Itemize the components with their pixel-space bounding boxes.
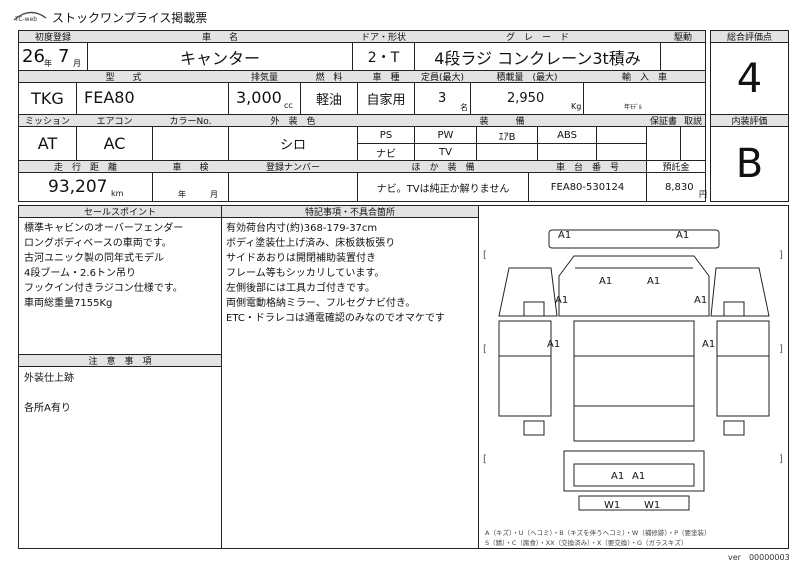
header-equipment: 装 備 <box>479 117 525 127</box>
legend-line-2: S（錆）・C（腐食）・XX（交換済み）・X（要交換）・G（ガラスキズ） <box>485 539 688 547</box>
model-prefix: TKG <box>31 89 64 108</box>
header-displacement: 排気量 <box>250 73 278 83</box>
special-notes-title: 特記事項・不具合箇所 <box>304 208 395 218</box>
mark-a1-side-left: A1 <box>547 339 561 350</box>
model-code: FEA80 <box>84 88 135 107</box>
header-total-score: 総合評価点 <box>726 33 772 43</box>
header-grade: グ レ ー ド <box>505 33 569 43</box>
interior-score: B <box>735 141 764 187</box>
header-fuel: 燃 料 <box>315 73 343 83</box>
first-registration: 26 年 7 月 <box>22 46 81 68</box>
mark-a1-side-right: A1 <box>702 339 716 350</box>
header-warranty: 保証書 <box>649 117 677 127</box>
header-plate: 登録ナンバー <box>265 163 320 173</box>
mark-w1-right: W1 <box>644 500 661 511</box>
equip-ps: PS <box>379 129 393 141</box>
header-mission: ミッション <box>24 117 70 127</box>
header-manual: 取説 <box>683 117 702 127</box>
car-name: キャンター <box>179 48 260 68</box>
mark-a1-cab-right: A1 <box>647 276 661 287</box>
inspection-year: 年 <box>178 190 186 199</box>
header-use: 車 種 <box>372 73 400 83</box>
header-capacity: 定員(最大) <box>420 73 465 83</box>
inspection-month: 月 <box>210 190 218 199</box>
caution-title: 注 意 事 項 <box>88 357 152 367</box>
header-car-name: 車 名 <box>201 33 238 43</box>
load-capacity: 2,950 <box>507 91 545 106</box>
header-model: 型 式 <box>105 73 142 83</box>
header-inspection: 車 検 <box>172 163 209 173</box>
equip-airbag: ｴｱB <box>498 131 516 143</box>
svg-text:[: [ <box>483 250 487 261</box>
header-mileage: 走 行 距 離 <box>53 163 117 173</box>
total-score: 4 <box>736 55 763 102</box>
air-conditioner: AC <box>103 134 126 153</box>
mileage: 93,207 <box>48 177 108 197</box>
deposit-unit: 円 <box>699 190 707 199</box>
header-drive: 駆動 <box>673 33 692 43</box>
capacity-unit: 名 <box>460 103 468 112</box>
svg-text:[: [ <box>483 454 487 465</box>
equip-pw: PW <box>437 129 454 141</box>
transmission: AT <box>37 134 58 153</box>
equip-navi: ナビ <box>376 148 396 160</box>
mileage-unit: km <box>111 189 124 198</box>
special-notes-text: 有効荷台内寸(約)368-179-37cm ボディ塗装仕上げ済み、床板鉄板張り … <box>226 223 445 324</box>
header-first-reg: 初度登録 <box>34 33 71 43</box>
header-deposit: 預託金 <box>662 163 690 173</box>
mark-w1-left: W1 <box>604 500 621 511</box>
equip-abs: ABS <box>557 129 577 141</box>
equip-tv: TV <box>439 146 452 158</box>
grade: 4段ラジ コンクレーン3t積み <box>434 48 641 68</box>
drive-type <box>661 43 705 70</box>
deposit: 8,830 <box>665 182 694 193</box>
header-load: 積載量 (最大) <box>496 73 558 83</box>
header-other-equipment: ほ か 装 備 <box>411 163 475 173</box>
mark-a1-rear-left: A1 <box>611 471 625 482</box>
fuel: 軽油 <box>315 93 342 108</box>
other-equipment: ナビ。TVは純正か解りません <box>376 183 510 195</box>
displacement-unit: cc <box>284 101 293 110</box>
svg-text:[: [ <box>483 344 487 355</box>
svg-text:]: ] <box>779 454 783 465</box>
door-shape: 2・T <box>367 49 400 66</box>
version-label: ver 00000003 <box>728 553 790 562</box>
sales-point-text: 標準キャビンのオーバーフェンダー ロングボディベースの車両です。 古河ユニック製… <box>24 223 184 309</box>
mark-a1-door-left: A1 <box>555 295 569 306</box>
header-interior-score: 内装評価 <box>731 117 768 127</box>
svg-text:]: ] <box>779 250 783 261</box>
header-color-no: カラーNo. <box>169 117 212 127</box>
displacement: 3,000 <box>236 88 282 107</box>
plate-number <box>229 173 357 201</box>
caution-text: 外装仕上跡 各所A有り <box>24 373 74 414</box>
color-number <box>153 127 228 160</box>
mark-a1-cab-left: A1 <box>599 276 613 287</box>
svg-text:]: ] <box>779 344 783 355</box>
mark-a1-door-right: A1 <box>694 295 708 306</box>
capacity: 3 <box>438 91 447 106</box>
header-exterior-color: 外 装 色 <box>270 117 316 127</box>
load-unit: Kg <box>571 102 582 111</box>
damage-diagram: A1 A1 A1 A1 A1 A1 A1 A1 A1 A1 W1 W1 [ ] … <box>483 229 783 511</box>
chassis-number: FEA80-530124 <box>550 181 625 193</box>
mark-a1-rear-right: A1 <box>632 471 646 482</box>
legend-line-1: A（キズ）・U（ヘコミ）・B（キズを伴うヘコミ）・W（補修跡）・P（要塗装） <box>485 529 711 537</box>
mark-a1-front-right: A1 <box>676 230 690 241</box>
header-aircon: エアコン <box>96 117 133 127</box>
exterior-color: シロ <box>279 138 306 153</box>
header-door: ドア・形状 <box>360 33 406 43</box>
header-vin: 車 台 番 号 <box>555 163 619 173</box>
sales-point-title: セールスポイント <box>83 208 156 218</box>
mark-a1-front-left: A1 <box>558 230 572 241</box>
header-import: 輸 入 車 <box>621 73 667 83</box>
import-model-year: 年ﾓﾃﾞﾙ <box>624 104 643 111</box>
use-type: 自家用 <box>366 93 406 108</box>
